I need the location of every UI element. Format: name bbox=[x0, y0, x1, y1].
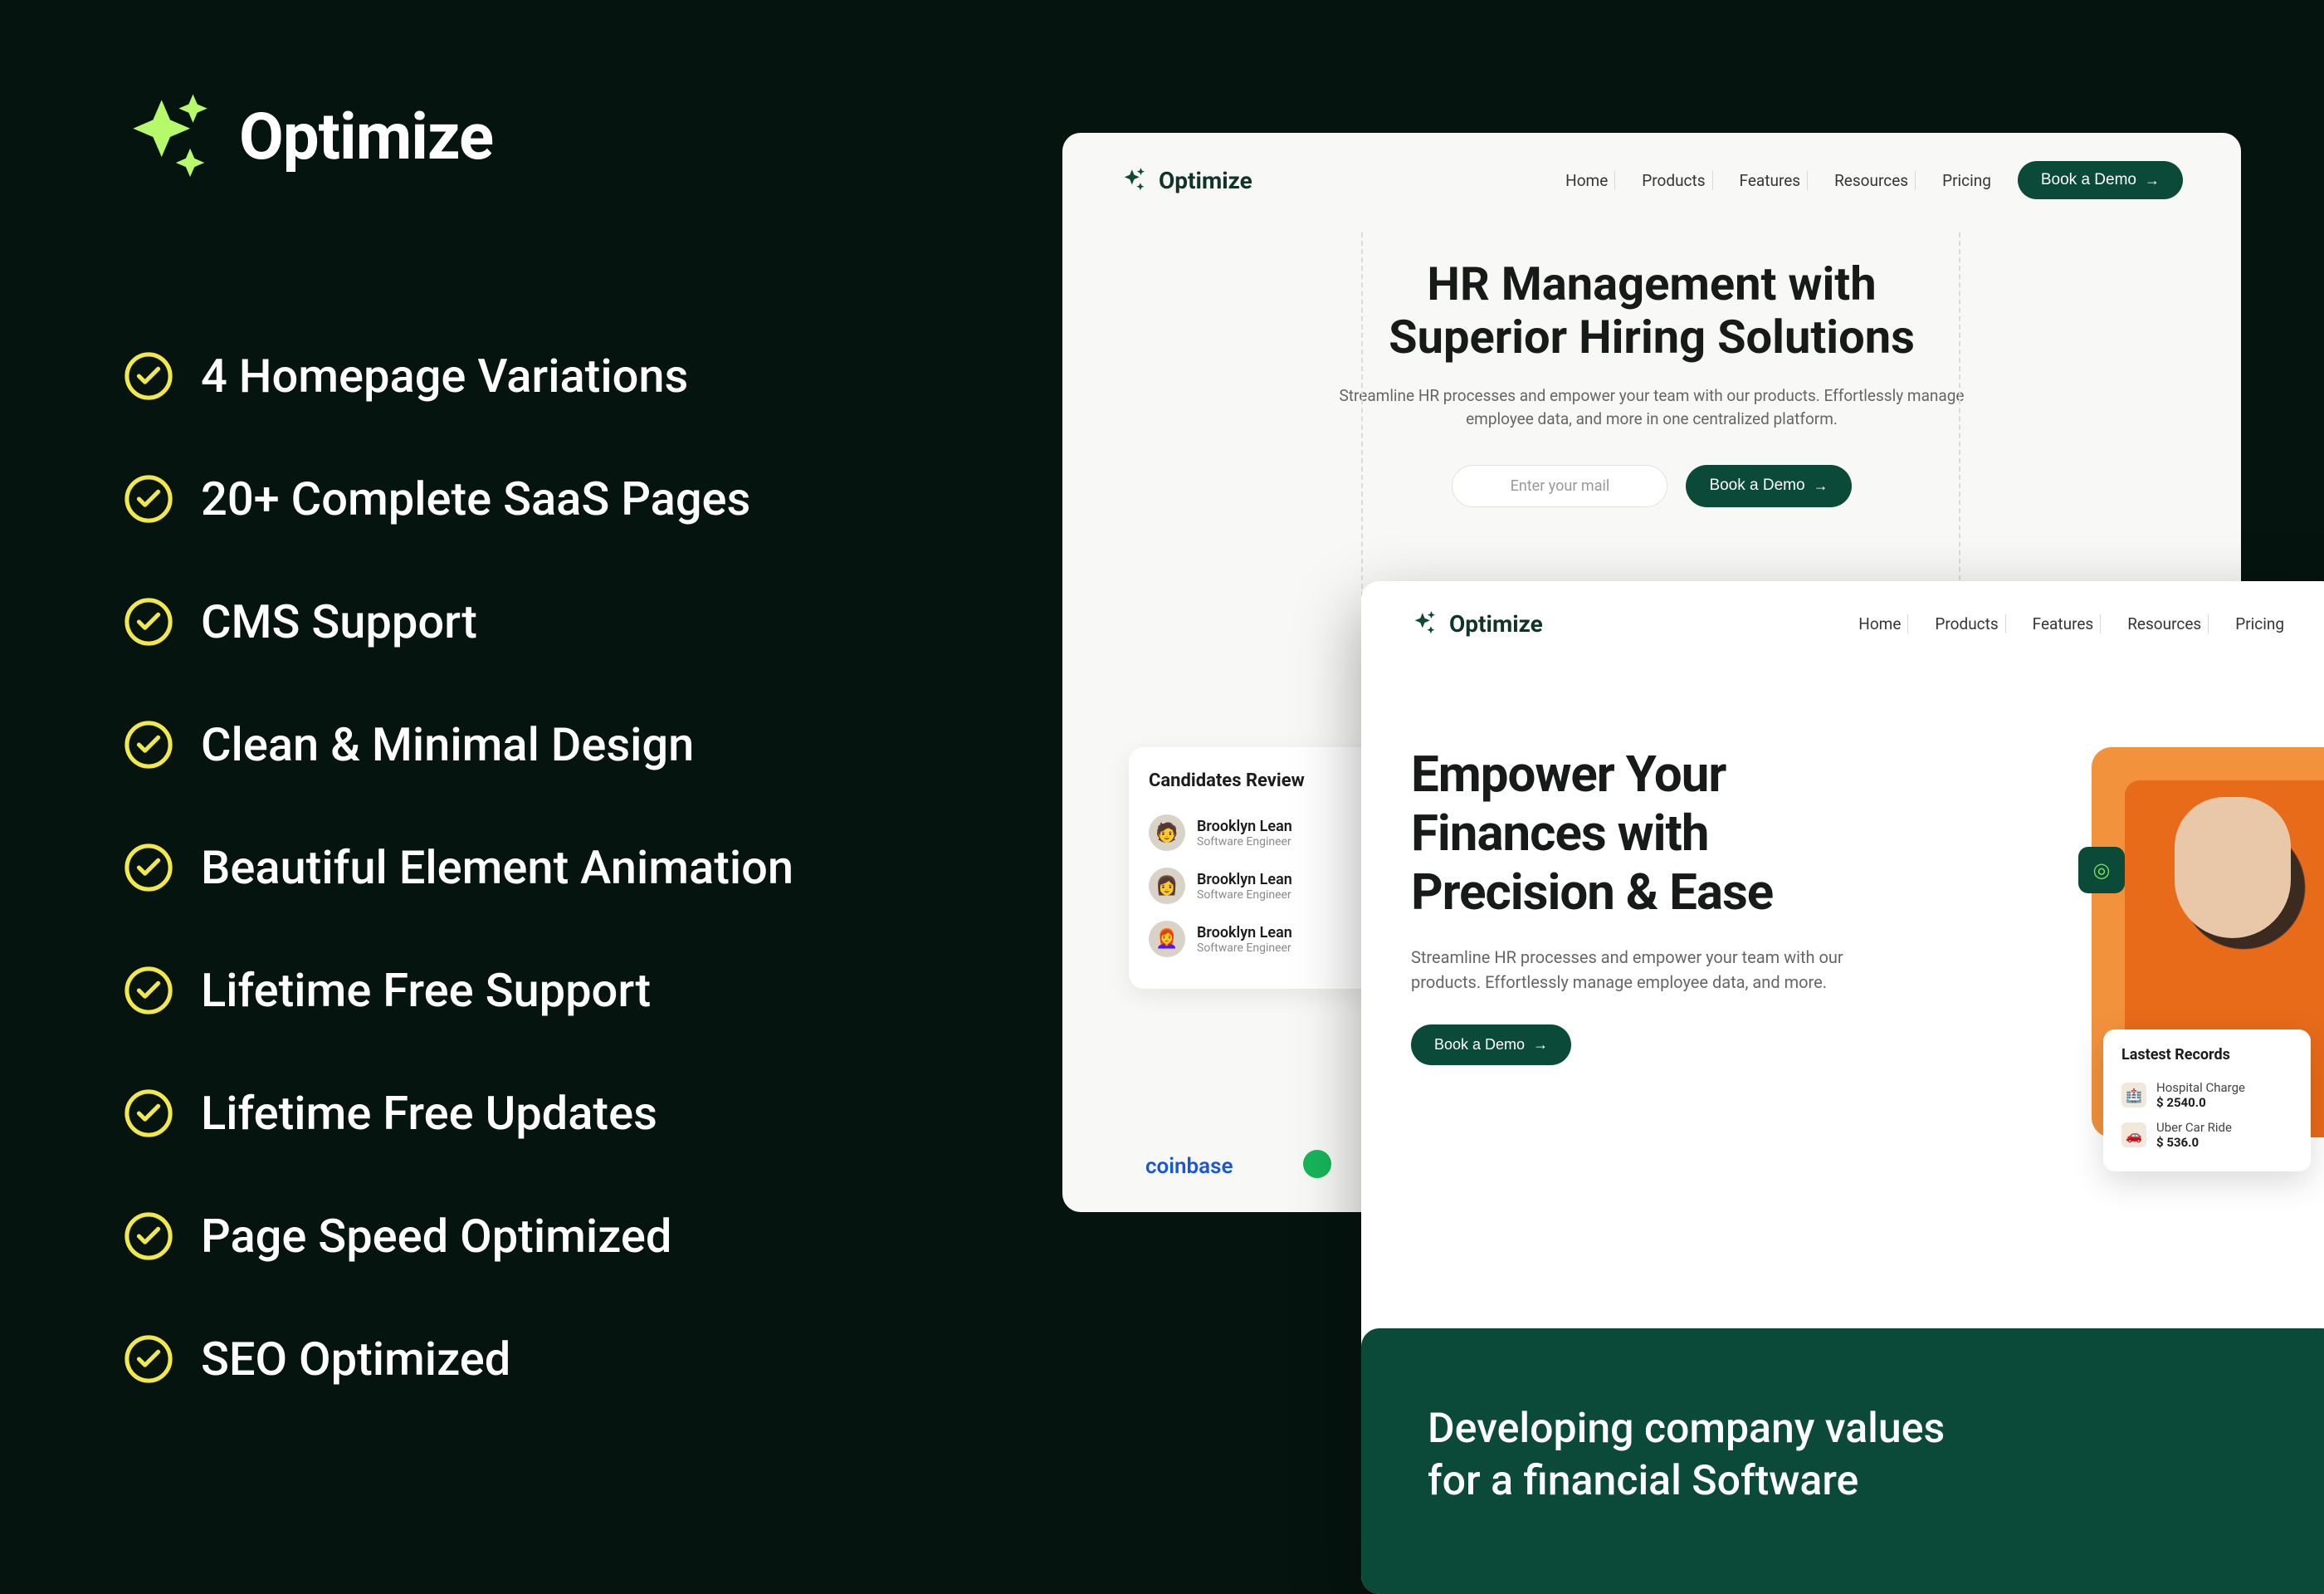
hospital-icon: 🏥 bbox=[2121, 1083, 2146, 1107]
hero-headline: HR Management with Superior Hiring Solut… bbox=[1154, 257, 2150, 364]
check-circle-icon bbox=[124, 598, 173, 646]
nav-link[interactable]: Products bbox=[1635, 171, 1712, 190]
feature-label: Page Speed Optimized bbox=[201, 1209, 671, 1264]
record-amount: $ 2540.0 bbox=[2156, 1095, 2245, 1110]
values-headline: Developing company values for a financia… bbox=[1428, 1403, 2025, 1507]
candidate-role: Software Engineer bbox=[1197, 941, 1292, 955]
feature-label: 20+ Complete SaaS Pages bbox=[201, 472, 750, 526]
records-title: Lastest Records bbox=[2121, 1046, 2292, 1063]
candidate-role: Software Engineer bbox=[1197, 888, 1292, 902]
book-demo-button[interactable]: Book a Demo → bbox=[1411, 1024, 1571, 1065]
feature-label: SEO Optimized bbox=[201, 1332, 510, 1386]
record-label: Uber Car Ride bbox=[2156, 1120, 2232, 1135]
feature-item: SEO Optimized bbox=[124, 1332, 793, 1386]
nav-link[interactable]: Home bbox=[1852, 614, 1908, 633]
check-circle-icon bbox=[124, 966, 173, 1015]
check-circle-icon bbox=[124, 1089, 173, 1137]
arrow-right-icon: → bbox=[1533, 1036, 1548, 1054]
record-row: 🏥 Hospital Charge $ 2540.0 bbox=[2121, 1075, 2292, 1115]
nav-link[interactable]: Resources bbox=[1828, 171, 1916, 190]
nav-link[interactable]: Pricing bbox=[2229, 614, 2291, 633]
check-circle-icon bbox=[124, 1212, 173, 1260]
cta-label: Book a Demo bbox=[1434, 1036, 1525, 1054]
arrow-right-icon: → bbox=[1814, 477, 1828, 495]
feature-item: Clean & Minimal Design bbox=[124, 717, 793, 772]
nav-link[interactable]: Features bbox=[2026, 614, 2102, 633]
feature-label: Lifetime Free Updates bbox=[201, 1086, 657, 1141]
candidate-name: Brooklyn Lean bbox=[1197, 871, 1292, 888]
candidate-row: 👩 Brooklyn Lean Software Engineer bbox=[1149, 859, 1358, 912]
hero-headline: Empower Your Finances with Precision & E… bbox=[1411, 746, 1909, 922]
feature-label: 4 Homepage Variations bbox=[201, 349, 688, 403]
candidate-name: Brooklyn Lean bbox=[1197, 818, 1292, 835]
latest-records-card: Lastest Records 🏥 Hospital Charge $ 2540… bbox=[2103, 1029, 2311, 1171]
nav-bar: Optimize Home Products Features Resource… bbox=[1062, 133, 2241, 216]
sparkle-icon bbox=[124, 91, 216, 183]
feature-item: CMS Support bbox=[124, 594, 793, 649]
email-input[interactable]: Enter your mail bbox=[1452, 465, 1667, 507]
check-circle-icon bbox=[124, 721, 173, 769]
candidate-row: 👩‍🦰 Brooklyn Lean Software Engineer bbox=[1149, 912, 1358, 966]
candidate-role: Software Engineer bbox=[1197, 835, 1292, 848]
arrow-right-icon: → bbox=[2145, 172, 2160, 189]
partner-logo-spotify-icon bbox=[1303, 1150, 1331, 1178]
brand-name: Optimize bbox=[239, 100, 493, 175]
partner-logo-coinbase: coinbase bbox=[1145, 1154, 1233, 1179]
sparkle-icon bbox=[1411, 609, 1439, 638]
feature-item: Lifetime Free Support bbox=[124, 963, 793, 1018]
car-icon: 🚗 bbox=[2121, 1122, 2146, 1147]
candidates-review-card: Candidates Review 🧑 Brooklyn Lean Softwa… bbox=[1129, 747, 1378, 989]
cta-label: Book a Demo bbox=[1709, 477, 1804, 495]
record-row: 🚗 Uber Car Ride $ 536.0 bbox=[2121, 1115, 2292, 1155]
screenshot-card-finance: Optimize Home Products Features Resource… bbox=[1361, 581, 2324, 1594]
avatar: 👩‍🦰 bbox=[1149, 921, 1185, 957]
hero-subtext: Streamline HR processes and empower your… bbox=[1411, 945, 1876, 995]
feature-item: Page Speed Optimized bbox=[124, 1209, 793, 1264]
check-circle-icon bbox=[124, 843, 173, 892]
candidates-title: Candidates Review bbox=[1149, 770, 1358, 791]
feature-label: Beautiful Element Animation bbox=[201, 840, 793, 895]
features-list: 4 Homepage Variations 20+ Complete SaaS … bbox=[124, 349, 793, 1386]
nav-link[interactable]: Pricing bbox=[1936, 171, 1998, 190]
hero-section: HR Management with Superior Hiring Solut… bbox=[1062, 216, 2241, 540]
feature-label: Lifetime Free Support bbox=[201, 963, 651, 1018]
book-demo-button[interactable]: Book a Demo → bbox=[1686, 465, 1851, 507]
brand-logo: Optimize bbox=[124, 91, 793, 183]
values-section: Developing company values for a financia… bbox=[1361, 1328, 2324, 1594]
sparkle-icon bbox=[1120, 166, 1149, 194]
nav-brand: Optimize bbox=[1159, 167, 1252, 194]
record-label: Hospital Charge bbox=[2156, 1080, 2245, 1095]
nav-bar: Optimize Home Products Features Resource… bbox=[1361, 581, 2324, 654]
nav-link[interactable]: Resources bbox=[2121, 614, 2209, 633]
candidate-row: 🧑 Brooklyn Lean Software Engineer bbox=[1149, 806, 1358, 859]
feature-item: 4 Homepage Variations bbox=[124, 349, 793, 403]
nav-link[interactable]: Products bbox=[1928, 614, 2005, 633]
avatar: 👩 bbox=[1149, 868, 1185, 904]
feature-label: CMS Support bbox=[201, 594, 477, 649]
candidate-name: Brooklyn Lean bbox=[1197, 924, 1292, 941]
avatar: 🧑 bbox=[1149, 814, 1185, 851]
feature-item: 20+ Complete SaaS Pages bbox=[124, 472, 793, 526]
check-circle-icon bbox=[124, 475, 173, 523]
nav-link[interactable]: Features bbox=[1733, 171, 1809, 190]
cta-label: Book a Demo bbox=[2041, 171, 2136, 189]
hero-subtext: Streamline HR processes and empower your… bbox=[1336, 384, 1967, 432]
nav-brand: Optimize bbox=[1449, 610, 1543, 638]
check-circle-icon bbox=[124, 352, 173, 400]
feature-item: Lifetime Free Updates bbox=[124, 1086, 793, 1141]
feature-item: Beautiful Element Animation bbox=[124, 840, 793, 895]
feature-label: Clean & Minimal Design bbox=[201, 717, 694, 772]
record-amount: $ 536.0 bbox=[2156, 1135, 2232, 1150]
nav-link[interactable]: Home bbox=[1559, 171, 1615, 190]
book-demo-button[interactable]: Book a Demo → bbox=[2018, 161, 2183, 199]
check-circle-icon bbox=[124, 1335, 173, 1383]
